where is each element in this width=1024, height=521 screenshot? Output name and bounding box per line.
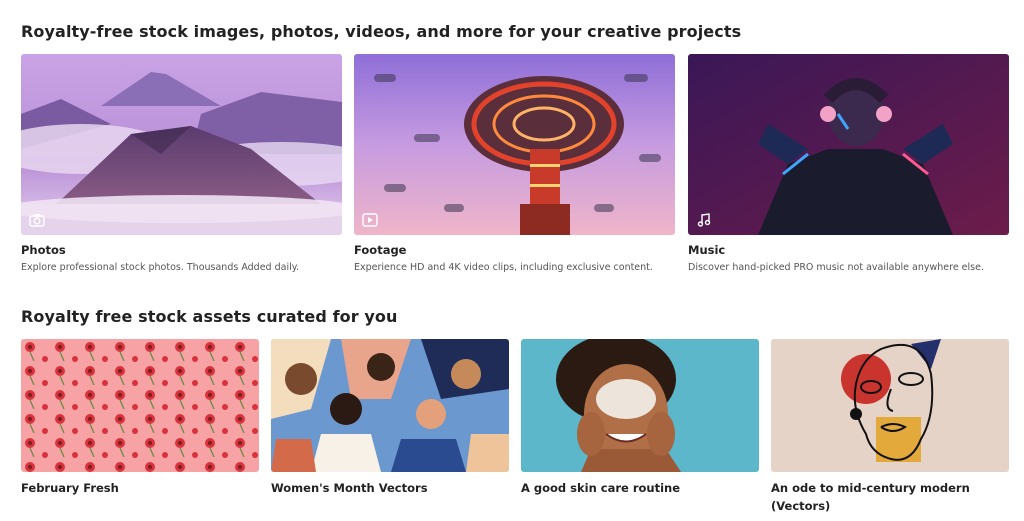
- collection-card-womens-month[interactable]: Women's Month Vectors: [271, 339, 509, 517]
- section-title-curated: Royalty free stock assets curated for yo…: [21, 307, 398, 326]
- collection-card-february-fresh[interactable]: February Fresh: [21, 339, 259, 517]
- mid-century-image: [771, 339, 1009, 472]
- collection-title: An ode to mid-century modern (Vectors): [771, 481, 970, 513]
- category-description: Explore professional stock photos. Thous…: [21, 262, 300, 273]
- music-image: [688, 54, 1009, 235]
- category-title: Photos: [21, 243, 66, 257]
- play-icon: [362, 213, 378, 227]
- collection-card-skin-care[interactable]: A good skin care routine: [521, 339, 759, 517]
- collection-title: Women's Month Vectors: [271, 481, 428, 495]
- collection-title: February Fresh: [21, 481, 119, 495]
- category-card-music[interactable]: Music Discover hand-picked PRO music not…: [688, 54, 1009, 279]
- category-description: Experience HD and 4K video clips, includ…: [354, 262, 653, 273]
- category-title: Music: [688, 243, 726, 257]
- category-card-footage[interactable]: Footage Experience HD and 4K video clips…: [354, 54, 675, 279]
- category-title: Footage: [354, 243, 407, 257]
- category-description: Discover hand-picked PRO music not avail…: [688, 262, 984, 273]
- footage-image: [354, 54, 675, 235]
- skin-care-image: [521, 339, 759, 472]
- camera-icon: [29, 213, 45, 227]
- music-note-icon: [696, 213, 712, 227]
- collection-card-mid-century[interactable]: An ode to mid-century modern (Vectors): [771, 339, 1009, 517]
- category-card-photos[interactable]: Photos Explore professional stock photos…: [21, 54, 342, 279]
- collection-title: A good skin care routine: [521, 481, 681, 495]
- womens-month-image: [271, 339, 509, 472]
- section-title-categories: Royalty-free stock images, photos, video…: [21, 22, 742, 41]
- photos-image: [21, 54, 342, 235]
- february-fresh-image: [21, 339, 259, 472]
